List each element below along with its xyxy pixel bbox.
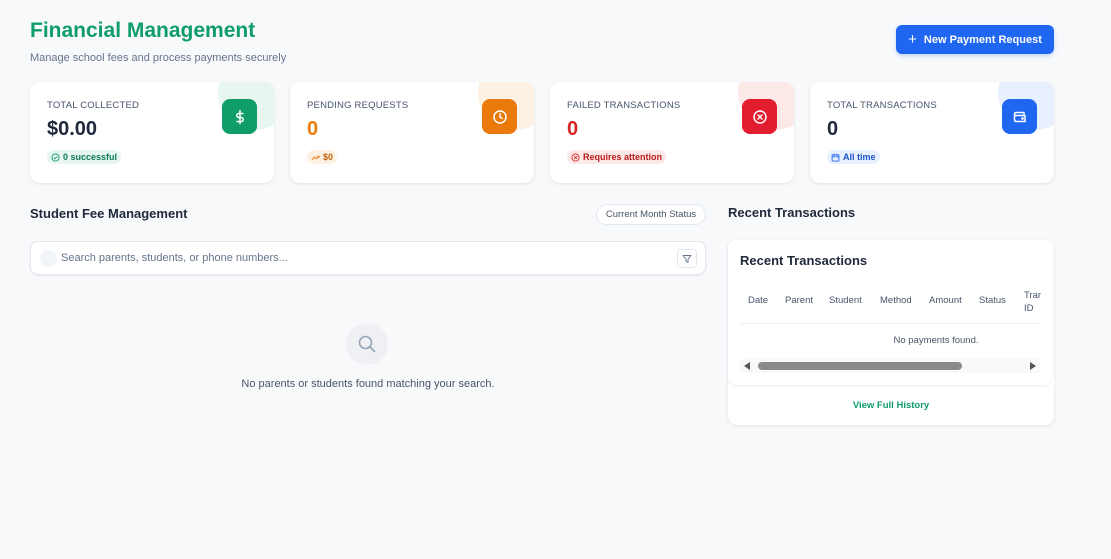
stat-value: $0.00 — [47, 118, 98, 140]
stat-card-pending-requests: PENDING REQUESTS 0 $0 — [290, 82, 534, 183]
stat-value: 0 — [827, 118, 839, 140]
new-payment-request-button[interactable]: + New Payment Request — [896, 25, 1054, 54]
stat-badge-text: $0 — [323, 152, 334, 162]
trending-up-icon — [311, 155, 320, 160]
transactions-table-card: Recent Transactions Date Parent Student … — [728, 240, 1052, 385]
stat-label: PENDING REQUESTS — [307, 100, 409, 111]
stat-label: FAILED TRANSACTIONS — [567, 100, 681, 111]
filter-icon — [682, 254, 692, 263]
stat-card-total-transactions: TOTAL TRANSACTIONS 0 All time — [810, 82, 1054, 183]
stat-badge: Requires attention — [567, 150, 667, 164]
scroll-right-arrow-icon[interactable] — [1030, 362, 1036, 370]
stat-badge: All time — [827, 150, 880, 164]
clock-icon — [482, 99, 517, 134]
search-input[interactable] — [61, 248, 661, 268]
stat-badge-text: Requires attention — [583, 152, 663, 162]
stat-badge: $0 — [307, 150, 338, 164]
stat-value: 0 — [307, 118, 319, 140]
fee-management-title: Student Fee Management — [30, 206, 188, 221]
plus-icon: + — [908, 31, 917, 48]
scrollbar-thumb[interactable] — [758, 362, 962, 370]
stat-badge-text: All time — [843, 152, 876, 162]
stat-label: TOTAL COLLECTED — [47, 100, 140, 111]
horizontal-scrollbar[interactable] — [740, 359, 1040, 373]
check-circle-icon — [51, 152, 60, 162]
x-circle-small-icon — [571, 152, 580, 162]
search-box — [30, 241, 706, 275]
stat-card-total-collected: TOTAL COLLECTED $0.00 0 successful — [30, 82, 274, 183]
stat-badge-text: 0 successful — [63, 152, 118, 162]
stat-value: 0 — [567, 118, 579, 140]
calendar-icon — [831, 153, 840, 162]
recent-transactions-panel: Recent Transactions Date Parent Student … — [728, 240, 1054, 425]
page-title: Financial Management — [30, 19, 256, 42]
stat-label: TOTAL TRANSACTIONS — [827, 100, 937, 111]
stat-badge: 0 successful — [47, 150, 122, 164]
search-icon — [346, 323, 388, 365]
page-header: Financial Management Manage school fees … — [30, 18, 286, 64]
recent-transactions-section-title: Recent Transactions — [728, 205, 856, 220]
stat-card-failed-transactions: FAILED TRANSACTIONS 0 Requires attention — [550, 82, 794, 183]
x-circle-icon — [742, 99, 777, 134]
filter-button[interactable] — [677, 249, 697, 268]
search-avatar-icon — [40, 250, 57, 267]
wallet-icon — [1002, 99, 1037, 134]
current-month-status-button[interactable]: Current Month Status — [596, 204, 706, 225]
dollar-icon — [222, 99, 257, 134]
page-subtitle: Manage school fees and process payments … — [30, 52, 287, 64]
empty-state-text: No parents or students found matching yo… — [241, 378, 495, 390]
stats-cards: TOTAL COLLECTED $0.00 0 successful PENDI… — [30, 82, 1054, 183]
view-full-history-link[interactable]: View Full History — [728, 400, 1054, 411]
no-payments-text: No payments found. — [893, 335, 979, 346]
new-payment-request-label: New Payment Request — [923, 33, 1042, 46]
scroll-left-arrow-icon[interactable] — [744, 362, 750, 370]
